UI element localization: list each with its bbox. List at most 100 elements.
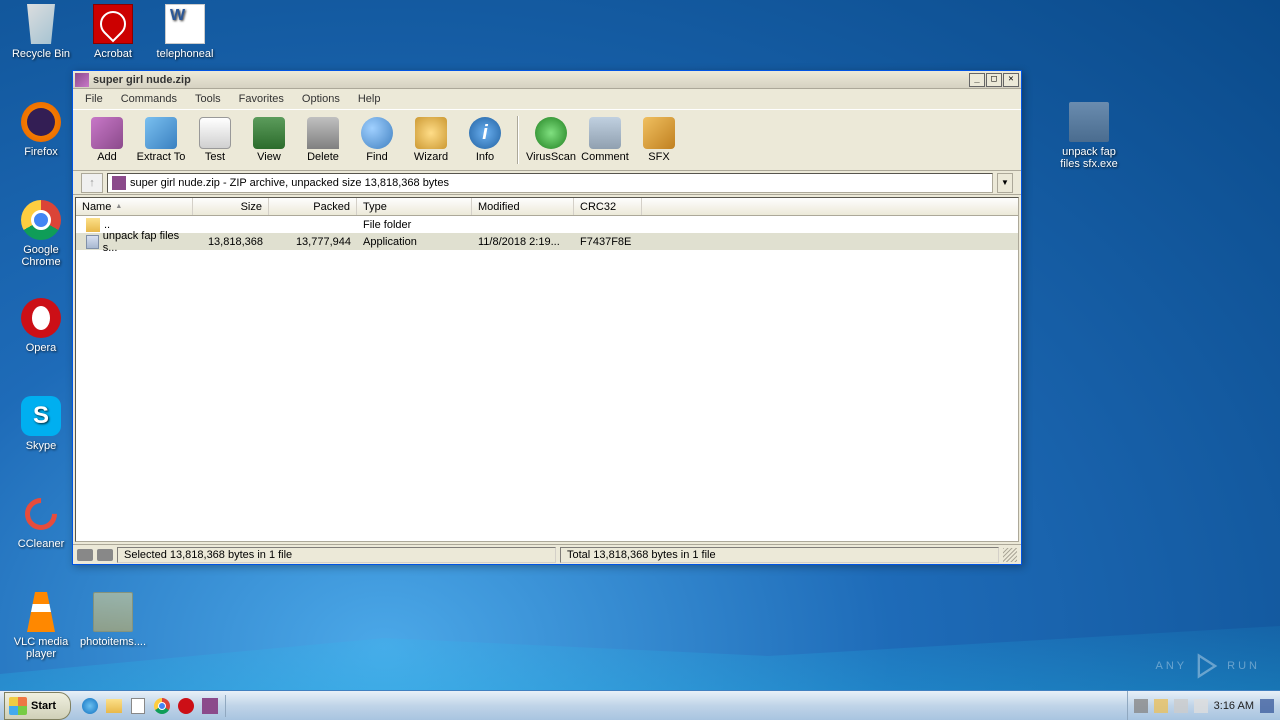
explorer-icon <box>106 699 122 713</box>
menubar: File Commands Tools Favorites Options He… <box>73 89 1021 109</box>
tray-flag-icon[interactable] <box>1194 699 1208 713</box>
skype-icon: S <box>21 396 61 436</box>
view-button[interactable]: View <box>243 112 295 168</box>
comment-icon <box>589 117 621 149</box>
taskbar: Start 3:16 AM <box>0 690 1280 720</box>
status-total: Total 13,818,368 bytes in 1 file <box>560 547 999 563</box>
chrome-icon <box>154 698 170 714</box>
comment-button[interactable]: Comment <box>579 112 631 168</box>
col-name[interactable]: Name▲ <box>76 198 193 215</box>
col-size[interactable]: Size <box>193 198 269 215</box>
status-selected: Selected 13,818,368 bytes in 1 file <box>117 547 556 563</box>
col-type[interactable]: Type <box>357 198 472 215</box>
ql-explorer[interactable] <box>103 695 125 717</box>
wizard-icon <box>415 117 447 149</box>
minimize-button[interactable]: _ <box>969 73 985 87</box>
lock-icon <box>97 549 113 561</box>
winrar-icon <box>202 698 218 714</box>
word-doc-shortcut[interactable]: telephoneal <box>150 4 220 60</box>
firefox-shortcut[interactable]: Firefox <box>6 102 76 158</box>
chrome-shortcut[interactable]: Google Chrome <box>6 200 76 268</box>
notepad-icon <box>131 698 145 714</box>
windows-logo-icon <box>9 697 27 715</box>
ql-notepad[interactable] <box>127 695 149 717</box>
find-icon <box>361 117 393 149</box>
list-row-file[interactable]: unpack fap files s... 13,818,368 13,777,… <box>76 233 1018 250</box>
menu-favorites[interactable]: Favorites <box>231 91 292 107</box>
opera-icon <box>178 698 194 714</box>
list-header: Name▲ Size Packed Type Modified CRC32 <box>76 198 1018 216</box>
winrar-window: super girl nude.zip _ □ ✕ File Commands … <box>72 70 1022 565</box>
start-button[interactable]: Start <box>4 692 71 720</box>
delete-button[interactable]: Delete <box>297 112 349 168</box>
ql-ie[interactable] <box>79 695 101 717</box>
maximize-button[interactable]: □ <box>986 73 1002 87</box>
ql-chrome[interactable] <box>151 695 173 717</box>
up-button[interactable]: ↑ <box>81 173 103 193</box>
sfx-icon <box>643 117 675 149</box>
col-modified[interactable]: Modified <box>472 198 574 215</box>
toolbar: Add Extract To Test View Delete Find Wiz… <box>73 109 1021 171</box>
test-icon <box>199 117 231 149</box>
delete-icon <box>307 117 339 149</box>
acrobat-icon <box>93 4 133 44</box>
exe-file-icon <box>86 235 99 249</box>
virus-icon <box>535 117 567 149</box>
path-input[interactable]: super girl nude.zip - ZIP archive, unpac… <box>107 173 993 193</box>
photoitems-shortcut[interactable]: photoitems.... <box>78 592 148 648</box>
resize-grip[interactable] <box>1003 548 1017 562</box>
unpack-exe-shortcut[interactable]: unpack fap files sfx.exe <box>1054 102 1124 170</box>
word-icon <box>165 4 205 44</box>
menu-commands[interactable]: Commands <box>113 91 185 107</box>
toolbar-separator <box>517 116 519 164</box>
pathbar: ↑ super girl nude.zip - ZIP archive, unp… <box>73 171 1021 195</box>
menu-help[interactable]: Help <box>350 91 389 107</box>
tray-volume-icon[interactable] <box>1174 699 1188 713</box>
wizard-button[interactable]: Wizard <box>405 112 457 168</box>
watermark-anyrun: ANY RUN <box>1156 652 1260 680</box>
add-icon <box>91 117 123 149</box>
test-button[interactable]: Test <box>189 112 241 168</box>
ql-opera[interactable] <box>175 695 197 717</box>
add-button[interactable]: Add <box>81 112 133 168</box>
extract-button[interactable]: Extract To <box>135 112 187 168</box>
tray-shield-icon[interactable] <box>1154 699 1168 713</box>
skype-shortcut[interactable]: SSkype <box>6 396 76 452</box>
firefox-icon <box>21 102 61 142</box>
col-crc[interactable]: CRC32 <box>574 198 642 215</box>
chrome-icon <box>21 200 61 240</box>
menu-tools[interactable]: Tools <box>187 91 229 107</box>
sfx-button[interactable]: SFX <box>633 112 685 168</box>
titlebar[interactable]: super girl nude.zip _ □ ✕ <box>73 71 1021 89</box>
ql-winrar[interactable] <box>199 695 221 717</box>
folder-icon <box>93 592 133 632</box>
info-icon: i <box>469 117 501 149</box>
vlc-icon <box>21 592 61 632</box>
clock[interactable]: 3:16 AM <box>1214 700 1254 712</box>
recycle-bin[interactable]: Recycle Bin <box>6 4 76 60</box>
close-button[interactable]: ✕ <box>1003 73 1019 87</box>
show-desktop-button[interactable] <box>1260 699 1274 713</box>
winrar-icon <box>75 73 89 87</box>
path-dropdown[interactable]: ▼ <box>997 173 1013 193</box>
find-button[interactable]: Find <box>351 112 403 168</box>
archive-icon <box>112 176 126 190</box>
ie-icon <box>82 698 98 714</box>
statusbar: Selected 13,818,368 bytes in 1 file Tota… <box>73 544 1021 564</box>
virusscan-button[interactable]: VirusScan <box>525 112 577 168</box>
menu-file[interactable]: File <box>77 91 111 107</box>
col-packed[interactable]: Packed <box>269 198 357 215</box>
ccleaner-icon <box>21 494 61 534</box>
info-button[interactable]: iInfo <box>459 112 511 168</box>
file-list: Name▲ Size Packed Type Modified CRC32 ..… <box>75 197 1019 542</box>
acrobat-shortcut[interactable]: Acrobat <box>78 4 148 60</box>
vlc-shortcut[interactable]: VLC media player <box>6 592 76 660</box>
tray-expand-icon[interactable] <box>1134 699 1148 713</box>
list-row-up[interactable]: .. File folder <box>76 216 1018 233</box>
sort-asc-icon: ▲ <box>115 203 122 210</box>
view-icon <box>253 117 285 149</box>
opera-shortcut[interactable]: Opera <box>6 298 76 354</box>
menu-options[interactable]: Options <box>294 91 348 107</box>
ccleaner-shortcut[interactable]: CCleaner <box>6 494 76 550</box>
play-icon <box>1193 652 1221 680</box>
